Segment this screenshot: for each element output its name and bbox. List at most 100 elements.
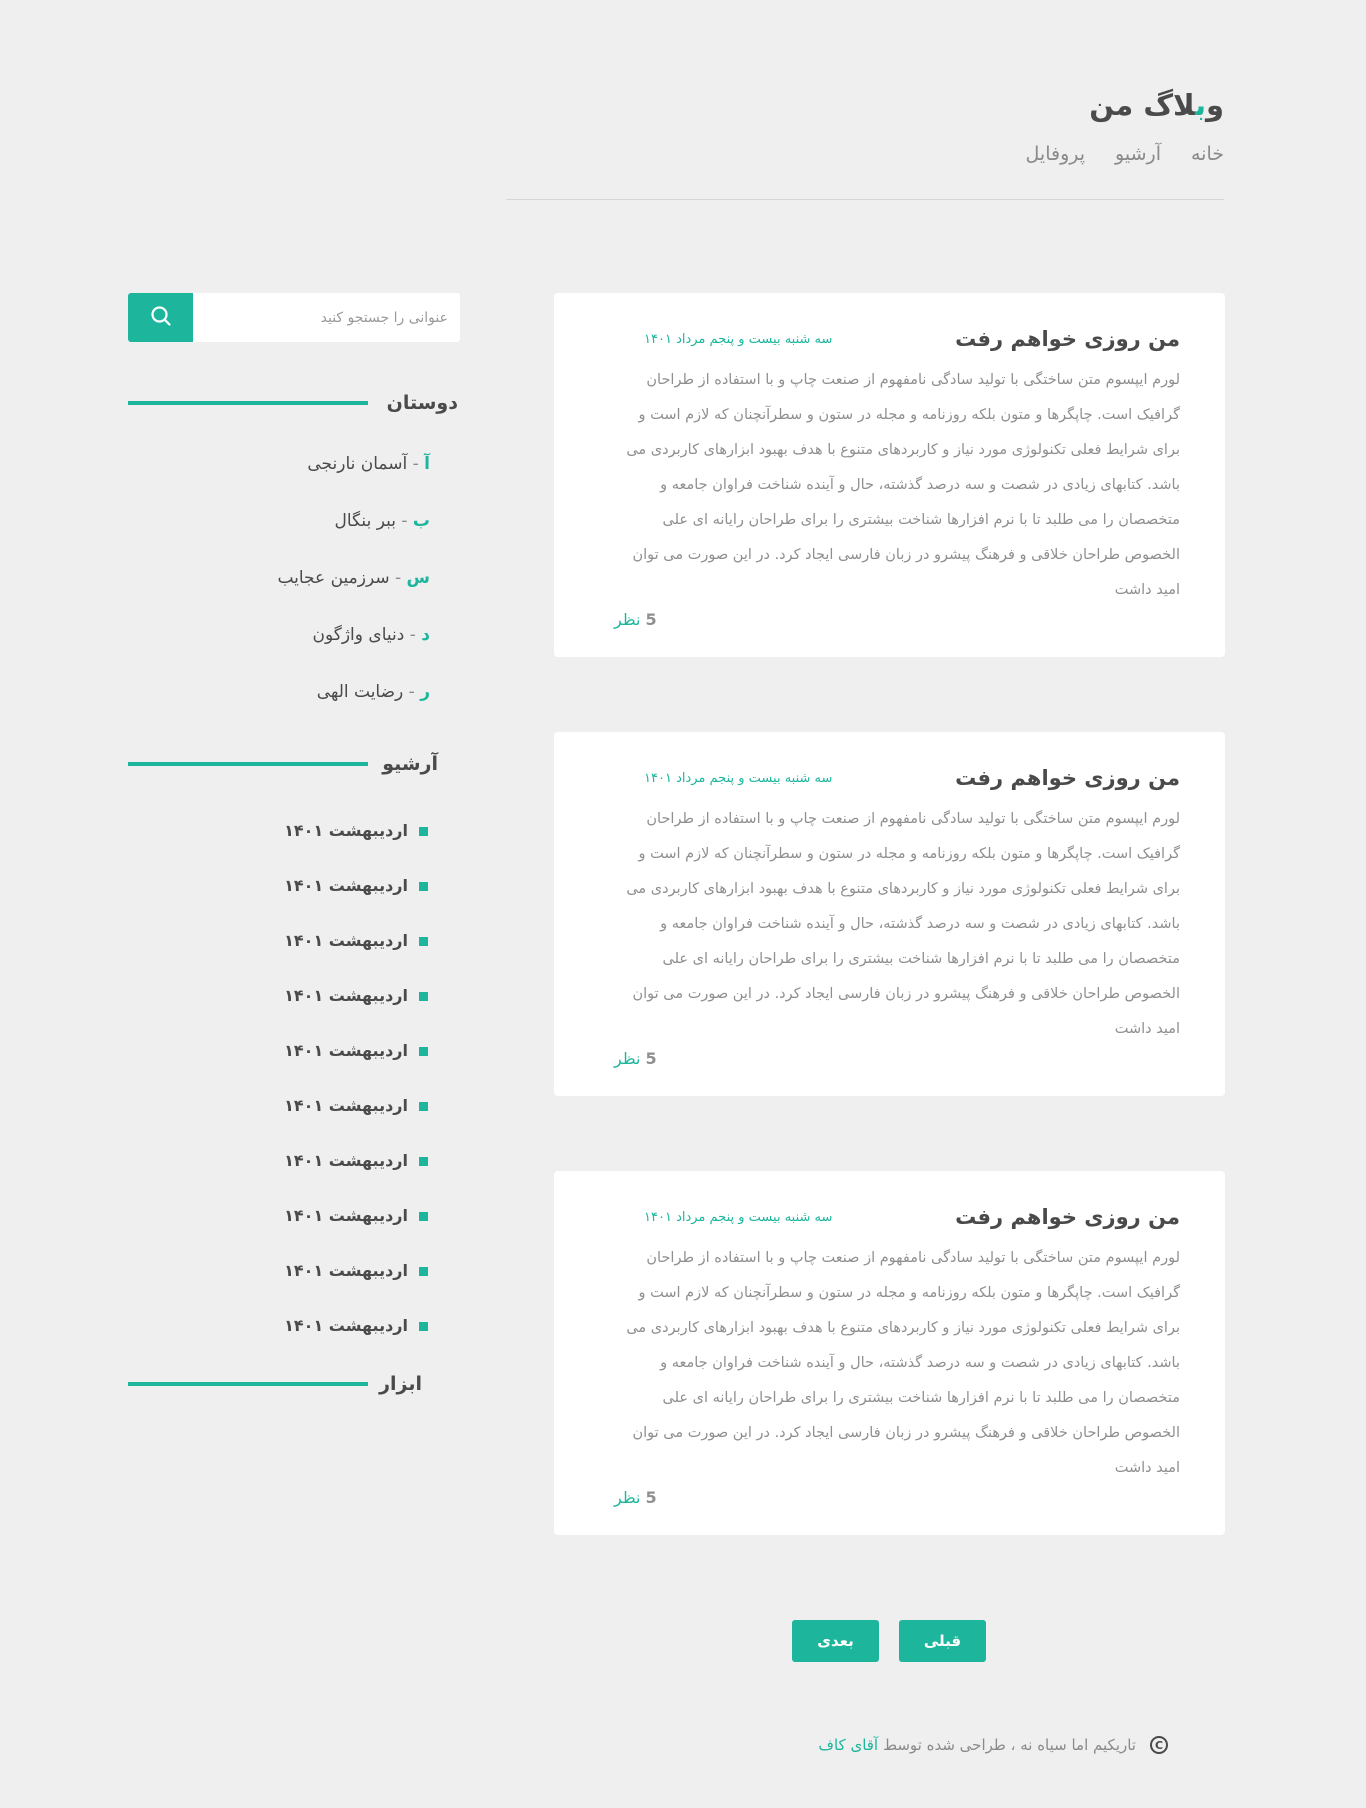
footer-text: تاریکیم اما سیاه نه ، طراحی شده توسط — [883, 1736, 1136, 1754]
archive-heading: آرشیو — [382, 753, 438, 775]
friend-letter: ب — [412, 511, 430, 531]
search-box — [128, 293, 460, 342]
comments-link[interactable]: 5 نظر — [614, 610, 657, 629]
post-date: سه شنبه بیست و پنجم مرداد ۱۴۰۱ — [644, 1209, 833, 1225]
archive-label: اردیبهشت ۱۴۰۱ — [284, 931, 408, 950]
archive-label: اردیبهشت ۱۴۰۱ — [284, 986, 408, 1005]
friend-link[interactable]: ب - ببر بنگال — [128, 511, 430, 568]
archive-label: اردیبهشت ۱۴۰۱ — [284, 821, 408, 840]
prev-button[interactable]: قبلی — [899, 1620, 986, 1662]
bullet-square-icon — [419, 937, 428, 946]
main-nav: خانه آرشیو پروفایل — [506, 143, 1224, 165]
site-header: وبلاگ من خانه آرشیو پروفایل — [506, 85, 1224, 200]
site-title-suffix: لاگ من — [1089, 88, 1196, 122]
bullet-square-icon — [419, 1267, 428, 1276]
post-title[interactable]: من روزی خواهم رفت — [955, 327, 1180, 351]
heading-divider — [128, 762, 368, 766]
author-link[interactable]: آقای کاف — [818, 1736, 878, 1754]
friend-link[interactable]: ر - رضایت الهی — [128, 682, 430, 739]
friend-separator: - — [409, 625, 416, 645]
bullet-square-icon — [419, 1157, 428, 1166]
comments-link[interactable]: 5 نظر — [614, 1049, 657, 1068]
post-excerpt: لورم ایپسوم متن ساختگی با تولید سادگی نا… — [626, 372, 1180, 598]
nav-home[interactable]: خانه — [1191, 143, 1224, 165]
comment-label: نظر — [614, 610, 641, 629]
page: وبلاگ من خانه آرشیو پروفایل من روزی خواه… — [0, 0, 1366, 1808]
archive-item[interactable]: اردیبهشت ۱۴۰۱ — [128, 1096, 428, 1151]
next-button[interactable]: بعدی — [792, 1620, 879, 1662]
search-input[interactable] — [193, 293, 460, 342]
search-icon — [149, 304, 173, 331]
archive-item[interactable]: اردیبهشت ۱۴۰۱ — [128, 986, 428, 1041]
post-title[interactable]: من روزی خواهم رفت — [955, 766, 1180, 790]
friend-link[interactable]: آ - آسمان نارنجی — [128, 454, 430, 511]
friend-name: رضایت الهی — [316, 682, 404, 702]
archive-item[interactable]: اردیبهشت ۱۴۰۱ — [128, 1316, 428, 1371]
archive-label: اردیبهشت ۱۴۰۱ — [284, 1041, 408, 1060]
post-header: من روزی خواهم رفت سه شنبه بیست و پنجم مر… — [614, 766, 1180, 790]
bullet-square-icon — [419, 1047, 428, 1056]
friend-letter: د — [421, 625, 430, 645]
post-excerpt: لورم ایپسوم متن ساختگی با تولید سادگی نا… — [626, 1250, 1180, 1476]
site-footer: C تاریکیم اما سیاه نه ، طراحی شده توسط آ… — [818, 1736, 1168, 1754]
posts-list: من روزی خواهم رفت سه شنبه بیست و پنجم مر… — [554, 293, 1225, 1610]
friend-name: ببر بنگال — [334, 511, 396, 531]
archive-item[interactable]: اردیبهشت ۱۴۰۱ — [128, 876, 428, 931]
post-excerpt: لورم ایپسوم متن ساختگی با تولید سادگی نا… — [626, 811, 1180, 1037]
friend-separator: - — [408, 682, 415, 702]
archive-widget-title: آرشیو — [128, 753, 460, 775]
archive-list: اردیبهشت ۱۴۰۱ اردیبهشت ۱۴۰۱ اردیبهشت ۱۴۰… — [128, 821, 460, 1371]
comment-label: نظر — [614, 1488, 641, 1507]
comment-count: 5 — [645, 610, 657, 629]
nav-archive[interactable]: آرشیو — [1115, 143, 1161, 165]
friend-name: دنیای واژگون — [312, 625, 405, 645]
post-date: سه شنبه بیست و پنجم مرداد ۱۴۰۱ — [644, 770, 833, 786]
bullet-square-icon — [419, 882, 428, 891]
site-title-prefix: و — [1205, 88, 1224, 122]
archive-label: اردیبهشت ۱۴۰۱ — [284, 876, 408, 895]
friend-name: سرزمین عجایب — [277, 568, 390, 588]
bullet-square-icon — [419, 992, 428, 1001]
archive-label: اردیبهشت ۱۴۰۱ — [284, 1316, 408, 1335]
archive-item[interactable]: اردیبهشت ۱۴۰۱ — [128, 1206, 428, 1261]
site-title-accent: ب — [1195, 88, 1206, 122]
post-date: سه شنبه بیست و پنجم مرداد ۱۴۰۱ — [644, 331, 833, 347]
archive-label: اردیبهشت ۱۴۰۱ — [284, 1151, 408, 1170]
friend-letter: ر — [420, 682, 430, 702]
friend-letter: آ — [424, 454, 430, 474]
archive-item[interactable]: اردیبهشت ۱۴۰۱ — [128, 1151, 428, 1206]
friends-heading: دوستان — [386, 392, 458, 414]
comments-link[interactable]: 5 نظر — [614, 1488, 657, 1507]
tools-heading: ابزار — [379, 1373, 422, 1395]
post-card: من روزی خواهم رفت سه شنبه بیست و پنجم مر… — [554, 293, 1225, 657]
bullet-square-icon — [419, 1212, 428, 1221]
archive-label: اردیبهشت ۱۴۰۱ — [284, 1096, 408, 1115]
friend-link[interactable]: د - دنیای واژگون — [128, 625, 430, 682]
post-card: من روزی خواهم رفت سه شنبه بیست و پنجم مر… — [554, 732, 1225, 1096]
nav-profile[interactable]: پروفایل — [1026, 143, 1086, 165]
friend-separator: - — [401, 511, 408, 531]
sidebar: دوستان آ - آسمان نارنجی ب - ببر بنگال س … — [128, 293, 460, 1395]
friend-link[interactable]: س - سرزمین عجایب — [128, 568, 430, 625]
friend-name: آسمان نارنجی — [307, 454, 408, 474]
bullet-square-icon — [419, 827, 428, 836]
post-title[interactable]: من روزی خواهم رفت — [955, 1205, 1180, 1229]
archive-label: اردیبهشت ۱۴۰۱ — [284, 1261, 408, 1280]
heading-divider — [128, 1382, 368, 1386]
friends-widget-title: دوستان — [128, 392, 460, 414]
post-footer: 5 نظر — [614, 1049, 1180, 1068]
heading-divider — [128, 401, 368, 405]
archive-item[interactable]: اردیبهشت ۱۴۰۱ — [128, 1261, 428, 1316]
comment-count: 5 — [645, 1049, 657, 1068]
archive-item[interactable]: اردیبهشت ۱۴۰۱ — [128, 931, 428, 986]
comment-label: نظر — [614, 1049, 641, 1068]
tools-widget-title: ابزار — [128, 1373, 460, 1395]
post-header: من روزی خواهم رفت سه شنبه بیست و پنجم مر… — [614, 1205, 1180, 1229]
copyright-icon: C — [1150, 1736, 1168, 1754]
post-footer: 5 نظر — [614, 610, 1180, 629]
archive-item[interactable]: اردیبهشت ۱۴۰۱ — [128, 821, 428, 876]
search-button[interactable] — [128, 293, 193, 342]
archive-item[interactable]: اردیبهشت ۱۴۰۱ — [128, 1041, 428, 1096]
comment-count: 5 — [645, 1488, 657, 1507]
site-title[interactable]: وبلاگ من — [506, 85, 1224, 125]
